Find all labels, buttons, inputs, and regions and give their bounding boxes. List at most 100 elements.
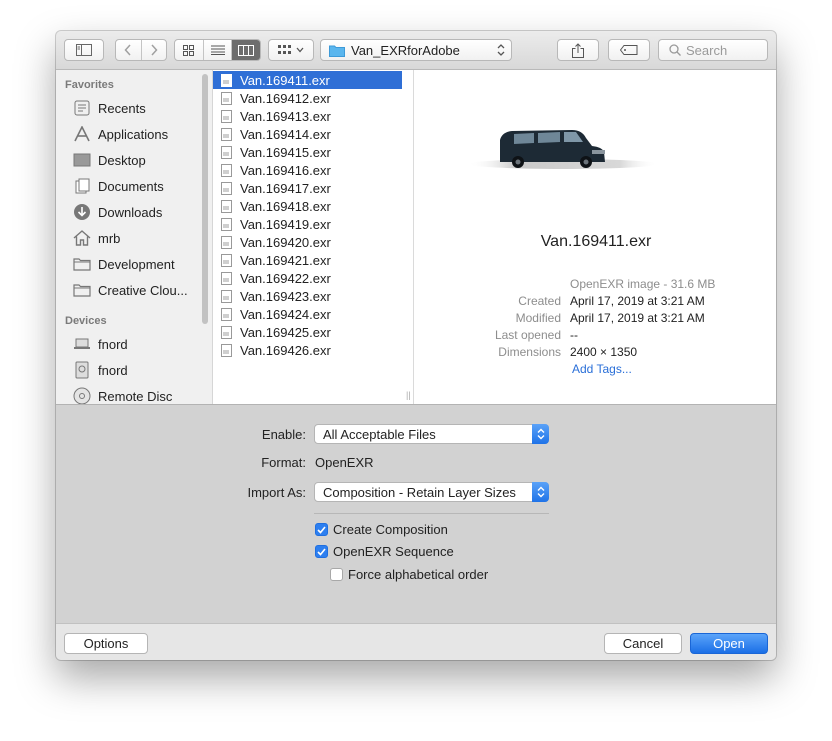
dimensions-label: Dimensions — [498, 345, 561, 359]
exr-file-icon — [221, 163, 232, 177]
exr-file-icon — [221, 109, 232, 123]
search-field[interactable]: Search — [658, 39, 768, 61]
folder-icon — [72, 281, 92, 299]
file-column: Van.169411.exr Van.169412.exr Van.169413… — [213, 70, 414, 404]
modified-label: Modified — [515, 311, 561, 325]
dialog-footer: Options Cancel Open — [56, 623, 776, 660]
file-row[interactable]: Van.169423.exr — [213, 287, 402, 305]
file-row[interactable]: Van.169421.exr — [213, 251, 402, 269]
icon-view-button[interactable] — [175, 40, 204, 60]
file-row[interactable]: Van.169412.exr — [213, 89, 402, 107]
chevron-left-icon — [124, 44, 131, 56]
enable-popup[interactable]: All Acceptable Files — [314, 424, 549, 444]
add-tags-link[interactable]: Add Tags... — [572, 362, 632, 376]
exr-file-icon — [221, 235, 232, 249]
dimensions-value: 2400 × 1350 — [570, 345, 638, 359]
column-view-button[interactable] — [232, 40, 260, 60]
back-forward-control — [115, 39, 167, 61]
sidebar-item-label: Development — [98, 256, 175, 272]
sidebar-item-development[interactable]: Development — [72, 253, 175, 275]
file-row[interactable]: Van.169413.exr — [213, 107, 402, 125]
forward-button[interactable] — [142, 40, 167, 60]
last-opened-label: Last opened — [494, 328, 561, 342]
file-name: Van.169411.exr — [240, 72, 330, 88]
file-row[interactable]: Van.169420.exr — [213, 233, 402, 251]
sidebar-item-label: Recents — [98, 100, 146, 116]
options-button[interactable]: Options — [64, 633, 148, 654]
checkmark-icon — [315, 523, 328, 536]
exr-file-icon — [221, 289, 232, 303]
devices-header: Devices — [65, 315, 107, 327]
sidebar-scrollbar[interactable] — [202, 74, 208, 324]
sidebar-toggle-button[interactable] — [64, 39, 104, 61]
preview-created-row: Created April 17, 2019 at 3:21 AM — [416, 294, 776, 311]
checkmark-icon — [315, 545, 328, 558]
sidebar-item-creative-cloud[interactable]: Creative Clou... — [72, 279, 188, 301]
file-name: Van.169415.exr — [240, 144, 331, 160]
sidebar-item-label: Remote Disc — [98, 388, 173, 404]
exr-file-icon — [221, 181, 232, 195]
exr-file-icon — [221, 91, 232, 105]
create-composition-checkbox[interactable]: Create Composition — [315, 522, 448, 537]
folder-icon — [72, 255, 92, 273]
sidebar-item-fnord-laptop[interactable]: fnord — [72, 333, 128, 355]
sidebar-item-applications[interactable]: Applications — [72, 123, 168, 145]
file-row[interactable]: Van.169424.exr — [213, 305, 402, 323]
preview-last-opened-row: Last opened -- — [416, 328, 776, 345]
file-row[interactable]: Van.169414.exr — [213, 125, 402, 143]
cancel-button[interactable]: Cancel — [604, 633, 682, 654]
search-placeholder: Search — [686, 42, 728, 58]
chevron-down-icon — [296, 47, 304, 53]
file-row[interactable]: Van.169426.exr — [213, 341, 402, 359]
file-row[interactable]: Van.169422.exr — [213, 269, 402, 287]
list-view-button[interactable] — [204, 40, 233, 60]
sidebar-item-remote-disc[interactable]: Remote Disc — [72, 385, 172, 404]
file-row[interactable]: Van.169419.exr — [213, 215, 402, 233]
import-as-value: Composition - Retain Layer Sizes — [323, 484, 516, 500]
back-button[interactable] — [116, 40, 142, 60]
file-name: Van.169424.exr — [240, 306, 331, 322]
exr-file-icon — [221, 217, 232, 231]
file-row[interactable]: Van.169416.exr — [213, 161, 402, 179]
sidebar-item-recents[interactable]: Recents — [72, 97, 146, 119]
folder-icon — [329, 45, 345, 57]
sidebar-item-fnord-drive[interactable]: fnord — [72, 359, 128, 381]
file-row[interactable]: Van.169425.exr — [213, 323, 402, 341]
group-by-button[interactable] — [268, 39, 314, 61]
file-row[interactable]: Van.169415.exr — [213, 143, 402, 161]
up-down-arrows-icon — [532, 482, 549, 502]
import-as-popup[interactable]: Composition - Retain Layer Sizes — [314, 482, 549, 502]
file-row[interactable]: Van.169418.exr — [213, 197, 402, 215]
path-label: Van_EXRforAdobe — [351, 42, 460, 58]
exr-file-icon — [221, 73, 232, 87]
sidebar-item-downloads[interactable]: Downloads — [72, 201, 162, 223]
sidebar-item-documents[interactable]: Documents — [72, 175, 164, 197]
openexr-sequence-checkbox[interactable]: OpenEXR Sequence — [315, 544, 454, 559]
sidebar-item-mrb[interactable]: mrb — [72, 227, 120, 249]
path-popup[interactable]: Van_EXRforAdobe — [320, 39, 512, 61]
exr-file-icon — [221, 199, 232, 213]
sidebar-item-desktop[interactable]: Desktop — [72, 149, 146, 171]
sidebar-item-label: fnord — [98, 336, 128, 352]
file-row[interactable]: Van.169417.exr — [213, 179, 402, 197]
file-browser: Favorites Recents Applications Desktop D… — [56, 70, 776, 405]
file-name: Van.169413.exr — [240, 108, 331, 124]
share-button[interactable] — [557, 39, 599, 61]
created-label: Created — [518, 294, 561, 308]
columns-icon — [238, 44, 255, 56]
sidebar-item-label: fnord — [98, 362, 128, 378]
desktop-icon — [72, 151, 92, 169]
downloads-icon — [72, 203, 92, 221]
openexr-sequence-label: OpenEXR Sequence — [333, 544, 454, 559]
tags-button[interactable] — [608, 39, 650, 61]
force-alphabetical-checkbox[interactable]: Force alphabetical order — [330, 567, 488, 582]
home-icon — [72, 229, 92, 247]
file-name: Van.169422.exr — [240, 270, 331, 286]
file-name: Van.169420.exr — [240, 234, 331, 250]
file-row[interactable]: Van.169411.exr — [213, 71, 402, 89]
open-button[interactable]: Open — [690, 633, 768, 654]
file-name: Van.169426.exr — [240, 342, 331, 358]
sidebar-item-label: mrb — [98, 230, 121, 246]
column-resize-handle[interactable]: || — [406, 390, 411, 400]
up-down-arrows-icon — [497, 44, 505, 56]
